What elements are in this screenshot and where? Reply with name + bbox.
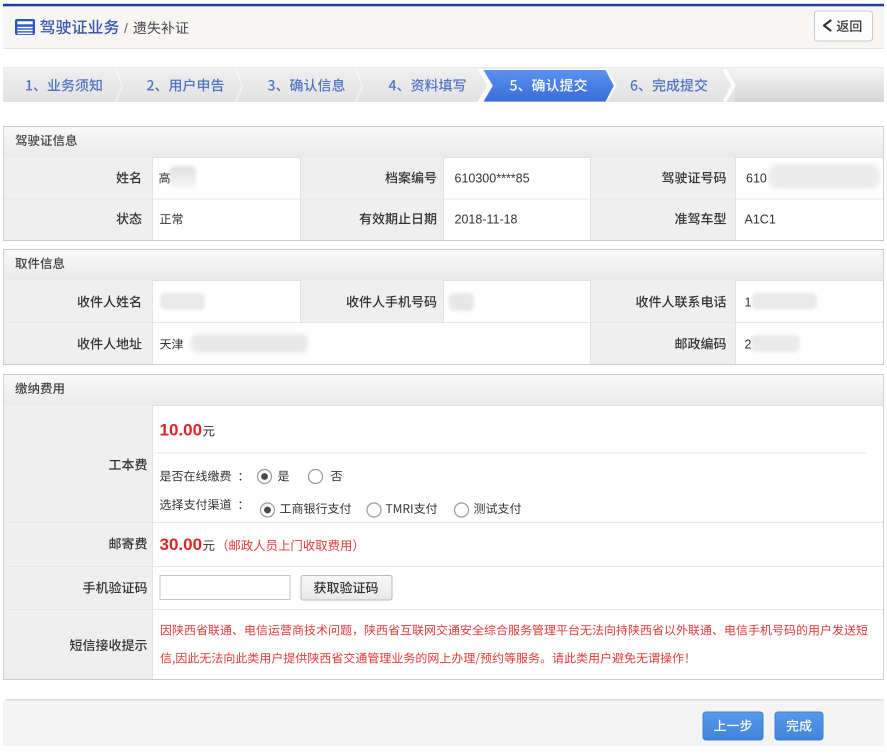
svg-text:2018-11-18: 2018-11-18 [455,213,518,227]
svg-text:10.00: 10.00 [160,421,203,440]
svg-text:610: 610 [746,172,767,186]
svg-text:/: / [124,20,128,36]
svg-text:1: 1 [745,296,752,310]
svg-text:2: 2 [745,338,752,352]
svg-text:610300****85: 610300****85 [455,172,530,186]
svg-text:A1C1: A1C1 [745,213,776,227]
svg-text:30.00: 30.00 [160,535,203,554]
